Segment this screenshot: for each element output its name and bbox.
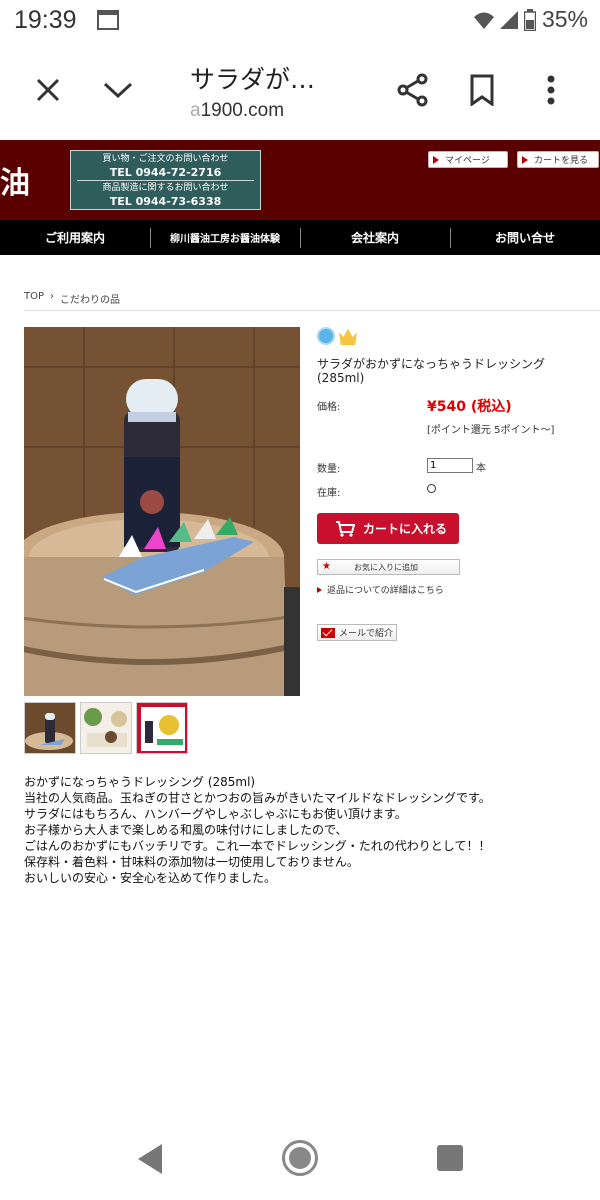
breadcrumb: TOP › こだわりの品 xyxy=(24,291,120,306)
points-info: [ポイント還元 5ポイント〜] xyxy=(427,425,555,436)
thumbnail-3[interactable] xyxy=(136,702,188,754)
mypage-label: マイページ xyxy=(445,156,490,166)
nav-item-guide[interactable]: ご利用案内 xyxy=(0,220,150,255)
contact-box: 買い物・ご注文のお問い合わせ TEL 0944-72-2716 商品製造に関する… xyxy=(70,150,261,210)
arrow-icon xyxy=(522,155,528,164)
calendar-icon xyxy=(97,10,119,30)
contact-divider xyxy=(77,180,254,181)
logo-fragment[interactable]: 油 xyxy=(0,158,30,202)
description-line: おいしいの安心・安全心を込めて作りました。 xyxy=(24,871,277,885)
product-description: おかずになっちゃうドレッシング (285ml) 当社の人気商品。玉ねぎの甘さとか… xyxy=(24,774,584,886)
thumbnail-1[interactable] xyxy=(24,702,76,754)
quantity-label: 数量: xyxy=(317,464,341,475)
quantity-unit: 本 xyxy=(476,463,486,474)
description-line: お子様から大人まで楽しめる和風の味付けにしましたので、 xyxy=(24,823,348,837)
main-nav: ご利用案内 柳川醤油工房お醤油体験 会社案内 お問い合せ xyxy=(0,220,600,255)
cart-icon xyxy=(336,520,355,537)
email-referral-button[interactable]: メールで紹介 xyxy=(317,624,397,641)
status-time: 19:39 xyxy=(14,6,77,34)
view-cart-label: カートを見る xyxy=(534,156,589,166)
description-line: 保存料・着色料・甘味料の添加物は一切使用しておりません。 xyxy=(24,855,359,869)
mail-icon xyxy=(321,627,335,638)
description-line: 当社の人気商品。玉ねぎの甘さとかつおの旨みがきいたマイルドなドレッシングです。 xyxy=(24,791,491,805)
nav-item-contact[interactable]: お問い合せ xyxy=(450,220,600,255)
product-name: サラダがおかずになっちゃうドレッシング(285ml) xyxy=(317,357,546,385)
star-icon: ★ xyxy=(322,561,331,572)
email-referral-label: メールで紹介 xyxy=(339,629,394,639)
shop-contact-tel: TEL 0944-72-2716 xyxy=(109,166,222,179)
mypage-button[interactable]: マイページ xyxy=(428,151,508,168)
bookmark-icon[interactable] xyxy=(464,72,500,108)
add-to-cart-button[interactable]: カートに入れる xyxy=(317,513,459,544)
shop-contact-heading: 買い物・ご注文のお問い合わせ xyxy=(102,154,229,164)
close-icon[interactable] xyxy=(30,72,66,108)
stock-status-icon xyxy=(427,484,436,493)
recent-apps-icon[interactable] xyxy=(437,1145,463,1171)
status-bar: 19:39 35% xyxy=(0,0,600,42)
view-cart-button[interactable]: カートを見る xyxy=(517,151,599,168)
description-line: おかずになっちゃうドレッシング (285ml) xyxy=(24,775,256,789)
url-main: 1900.com xyxy=(200,100,285,121)
nav-item-experience[interactable]: 柳川醤油工房お醤油体験 xyxy=(150,220,300,255)
home-icon[interactable] xyxy=(282,1140,318,1176)
back-icon[interactable] xyxy=(138,1144,162,1174)
thumbnail-strip xyxy=(24,702,188,754)
price-label: 価格: xyxy=(317,402,341,413)
stock-label: 在庫: xyxy=(317,488,341,499)
product-main-image[interactable] xyxy=(24,327,300,696)
breadcrumb-divider xyxy=(24,310,600,311)
add-to-favorites-button[interactable]: ★ お気に入りに追加 xyxy=(317,559,460,575)
product-badges xyxy=(317,327,357,345)
description-line: サラダにはもちろん、ハンバーグやしゃぶしゃぶにもお使い頂けます。 xyxy=(24,807,407,821)
more-vert-icon[interactable] xyxy=(533,72,569,108)
description-line: ごはんのおかずにもバッチリです。これ一本でドレッシング・たれの代わりとして！！ xyxy=(24,839,491,853)
mfg-contact-heading: 商品製造に関するお問い合わせ xyxy=(102,183,229,193)
site-header: 油 買い物・ご注文のお問い合わせ TEL 0944-72-2716 商品製造に関… xyxy=(0,140,600,220)
browser-toolbar: サラダが… a1900.com xyxy=(0,42,600,140)
battery-icon xyxy=(523,8,536,31)
arrow-icon xyxy=(317,586,322,593)
status-right: 35% xyxy=(473,6,588,33)
page-title[interactable]: サラダが… xyxy=(190,60,315,96)
signal-icon xyxy=(499,10,518,29)
crown-icon xyxy=(339,328,357,345)
wifi-icon xyxy=(473,12,494,29)
returns-link[interactable]: 返品についての詳細はこちら xyxy=(317,583,444,596)
returns-label: 返品についての詳細はこちら xyxy=(327,586,444,596)
mfg-contact-tel: TEL 0944-73-6338 xyxy=(109,195,222,208)
breadcrumb-separator: › xyxy=(50,291,55,302)
arrow-icon xyxy=(433,155,439,164)
url-dim: a xyxy=(190,100,201,121)
thumbnail-2[interactable] xyxy=(80,702,132,754)
product-price: ¥540 (税込) xyxy=(427,399,512,415)
favorites-label: お気に入りに追加 xyxy=(354,562,418,572)
chevron-down-icon[interactable] xyxy=(100,72,136,108)
new-badge-icon xyxy=(317,327,335,345)
nav-item-company[interactable]: 会社案内 xyxy=(300,220,450,255)
breadcrumb-top[interactable]: TOP xyxy=(24,291,44,306)
breadcrumb-current[interactable]: こだわりの品 xyxy=(60,291,120,306)
battery-percent: 35% xyxy=(541,6,588,32)
quantity-input[interactable] xyxy=(427,458,473,473)
share-icon[interactable] xyxy=(395,72,431,108)
url-text[interactable]: a1900.com xyxy=(190,100,284,122)
system-nav-bar xyxy=(0,1120,600,1200)
add-to-cart-label: カートに入れる xyxy=(363,522,448,536)
